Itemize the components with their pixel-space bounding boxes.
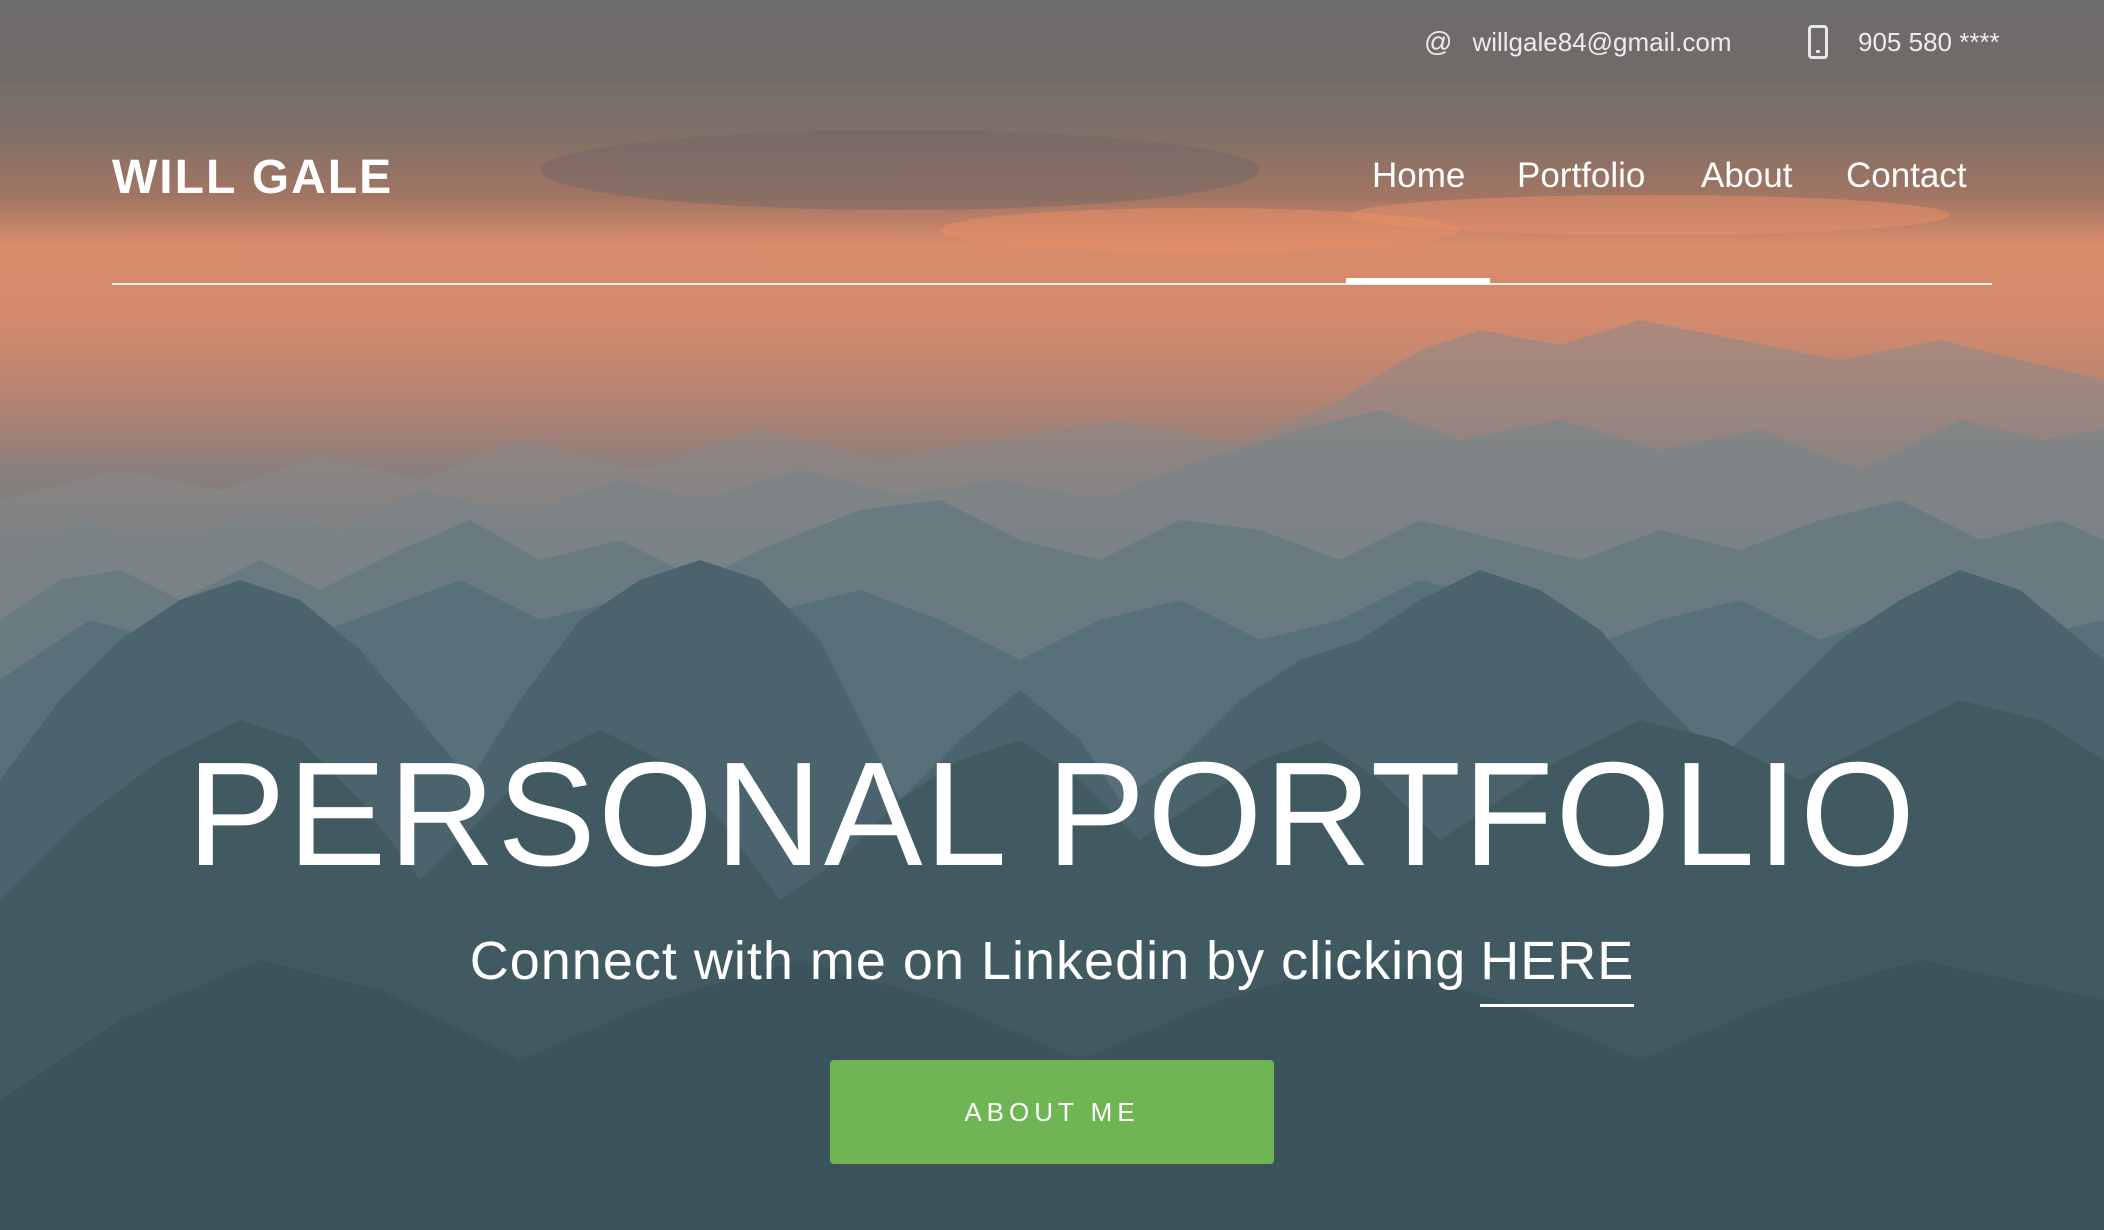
hero-subtitle: Connect with me on Linkedin by clicking H…	[0, 930, 2104, 1007]
contact-topbar: @ willgale84@gmail.com 905 580 ****	[0, 0, 2104, 82]
at-icon: @	[1424, 26, 1453, 57]
email-text[interactable]: willgale84@gmail.com	[1472, 27, 1731, 58]
about-me-button[interactable]: ABOUT ME	[830, 1060, 1274, 1164]
nav-contact[interactable]: Contact	[1846, 156, 1967, 196]
nav-portfolio[interactable]: Portfolio	[1517, 156, 1645, 196]
main-navigation: Home Portfolio About Contact	[0, 156, 2104, 216]
email-contact[interactable]: @ willgale84@gmail.com	[1424, 22, 1732, 62]
nav-active-indicator	[1346, 278, 1490, 284]
hero-title: PERSONAL PORTFOLIO	[186, 732, 1918, 897]
phone-text: 905 580 ****	[1858, 26, 2000, 57]
header-divider	[112, 283, 1992, 285]
hero-subtitle-text: Connect with me on Linkedin by clicking	[469, 931, 1467, 991]
mobile-phone-icon	[1808, 25, 1828, 59]
nav-home[interactable]: Home	[1372, 156, 1465, 196]
linkedin-link[interactable]: HERE	[1480, 930, 1635, 1007]
nav-about[interactable]: About	[1701, 156, 1792, 196]
phone-contact: 905 580 ****	[1808, 22, 2000, 62]
